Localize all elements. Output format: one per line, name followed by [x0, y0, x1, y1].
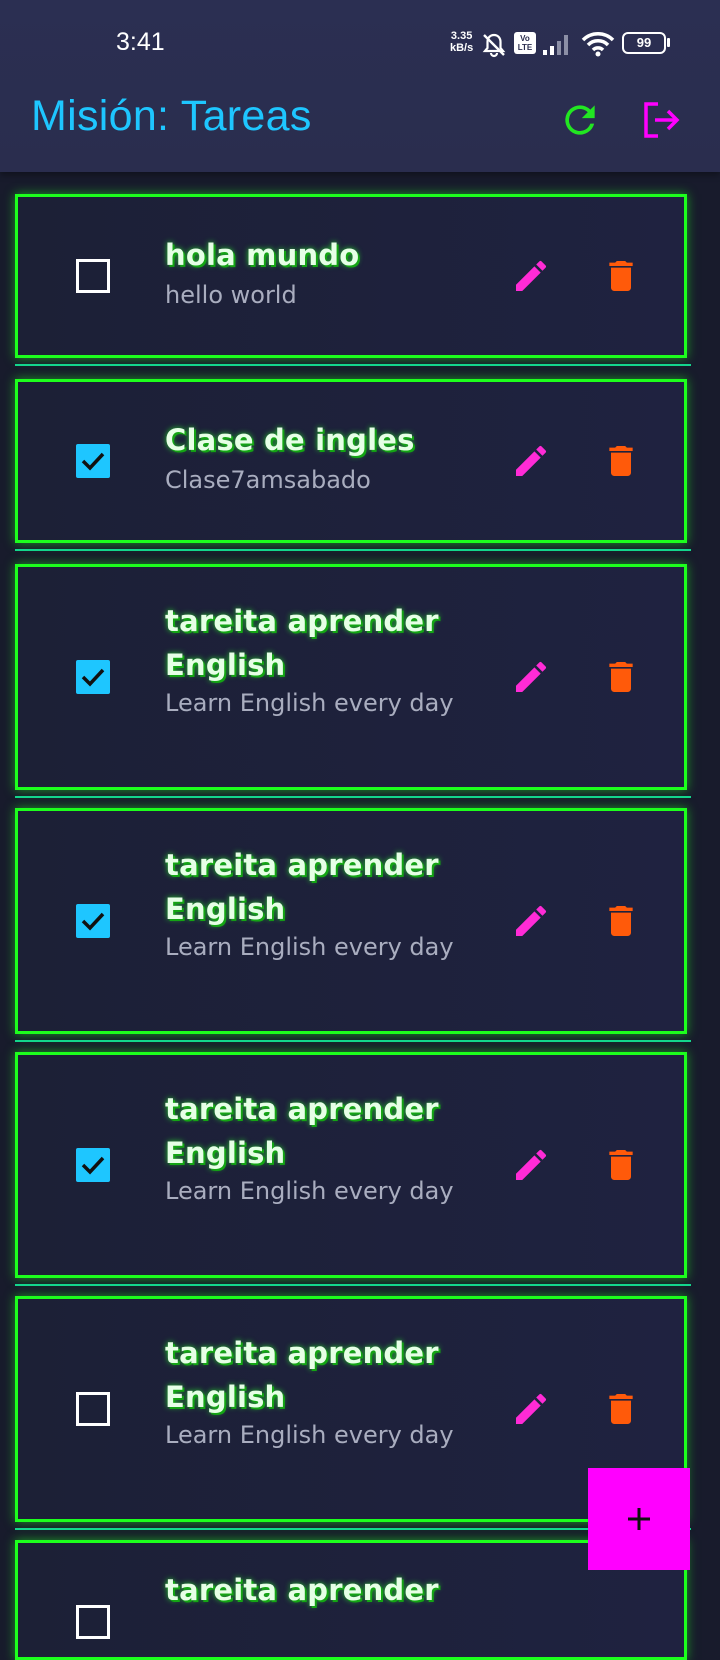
- task-checkbox-checked[interactable]: [76, 660, 110, 694]
- task-checkbox-checked[interactable]: [76, 1148, 110, 1182]
- edit-icon: [516, 1393, 547, 1424]
- trash-icon: [609, 446, 633, 476]
- delete-task-button[interactable]: [601, 901, 641, 941]
- edit-task-button[interactable]: [511, 1145, 551, 1185]
- task-card: tareita aprender English Learn English ev…: [15, 564, 687, 790]
- task-card: tareita aprender English Learn English ev…: [15, 1052, 687, 1278]
- task-title: tareita aprender English: [165, 848, 439, 926]
- task-divider: [15, 1040, 691, 1042]
- delete-task-button[interactable]: [601, 1389, 641, 1429]
- edit-task-button[interactable]: [511, 657, 551, 697]
- network-speed: 3.35 kB/s: [450, 30, 473, 54]
- task-description: Learn English every day: [165, 689, 454, 717]
- task-checkbox[interactable]: [76, 1605, 110, 1639]
- plus-icon: [628, 1508, 650, 1530]
- task-checkbox[interactable]: [76, 1392, 110, 1426]
- page-title: Misión: Tareas: [31, 92, 312, 140]
- delete-task-button[interactable]: [601, 1145, 641, 1185]
- trash-icon: [609, 261, 633, 291]
- battery-indicator: 99: [622, 32, 666, 54]
- edit-task-button[interactable]: [511, 441, 551, 481]
- refresh-icon: [565, 105, 595, 135]
- task-title: Clase de ingles: [165, 423, 415, 457]
- task-divider: [15, 1284, 691, 1286]
- task-description: Learn English every day: [165, 933, 454, 961]
- task-checkbox-checked[interactable]: [76, 904, 110, 938]
- task-card: hola mundo hello world: [15, 194, 687, 358]
- edit-icon: [516, 445, 547, 476]
- app-header: 3:41 3.35 kB/s Vo LTE 99 Misión: Tareas: [0, 0, 720, 172]
- task-divider: [15, 364, 691, 366]
- task-description: Learn English every day: [165, 1177, 454, 1205]
- check-icon: [81, 452, 105, 471]
- edit-icon: [516, 260, 547, 291]
- check-icon: [81, 912, 105, 931]
- signal-icon: [543, 35, 568, 55]
- check-icon: [81, 1156, 105, 1175]
- logout-button[interactable]: [638, 98, 682, 142]
- trash-icon: [609, 1394, 633, 1424]
- battery-level: 99: [636, 35, 652, 50]
- trash-icon: [609, 662, 633, 692]
- task-divider: [15, 549, 691, 551]
- edit-task-button[interactable]: [511, 256, 551, 296]
- network-speed-unit: kB/s: [450, 42, 474, 54]
- network-speed-value: 3.35: [450, 30, 473, 42]
- task-title: tareita aprender English: [165, 604, 439, 682]
- task-checkbox[interactable]: [76, 259, 110, 293]
- task-checkbox-checked[interactable]: [76, 444, 110, 478]
- task-title: tareita aprender: [165, 1573, 439, 1607]
- wifi-icon: [581, 32, 615, 57]
- volte-label: Vo LTE: [517, 34, 533, 52]
- task-description: hello world: [165, 281, 297, 309]
- task-title: tareita aprender English: [165, 1092, 439, 1170]
- mute-bell-icon: [482, 33, 506, 58]
- task-divider: [15, 796, 691, 798]
- add-task-button[interactable]: [588, 1468, 690, 1570]
- edit-icon: [516, 661, 547, 692]
- delete-task-button[interactable]: [601, 657, 641, 697]
- volte-badge: Vo LTE: [514, 32, 536, 54]
- trash-icon: [609, 1150, 633, 1180]
- check-icon: [81, 668, 105, 687]
- task-card: tareita aprender: [15, 1540, 687, 1660]
- task-description: Learn English every day: [165, 1421, 454, 1449]
- edit-task-button[interactable]: [511, 901, 551, 941]
- task-title: tareita aprender English: [165, 1336, 439, 1414]
- battery-tip: [667, 38, 670, 47]
- logout-icon: [644, 102, 680, 138]
- task-card: tareita aprender English Learn English ev…: [15, 808, 687, 1034]
- task-description: Clase7amsabado: [165, 466, 371, 494]
- delete-task-button[interactable]: [601, 256, 641, 296]
- edit-task-button[interactable]: [511, 1389, 551, 1429]
- edit-icon: [516, 1149, 547, 1180]
- delete-task-button[interactable]: [601, 441, 641, 481]
- trash-icon: [609, 906, 633, 936]
- edit-icon: [516, 905, 547, 936]
- refresh-button[interactable]: [558, 98, 602, 142]
- task-card: Clase de ingles Clase7amsabado: [15, 379, 687, 543]
- task-card: tareita aprender English Learn English ev…: [15, 1296, 687, 1522]
- task-title: hola mundo: [165, 238, 360, 272]
- status-time: 3:41: [116, 28, 165, 56]
